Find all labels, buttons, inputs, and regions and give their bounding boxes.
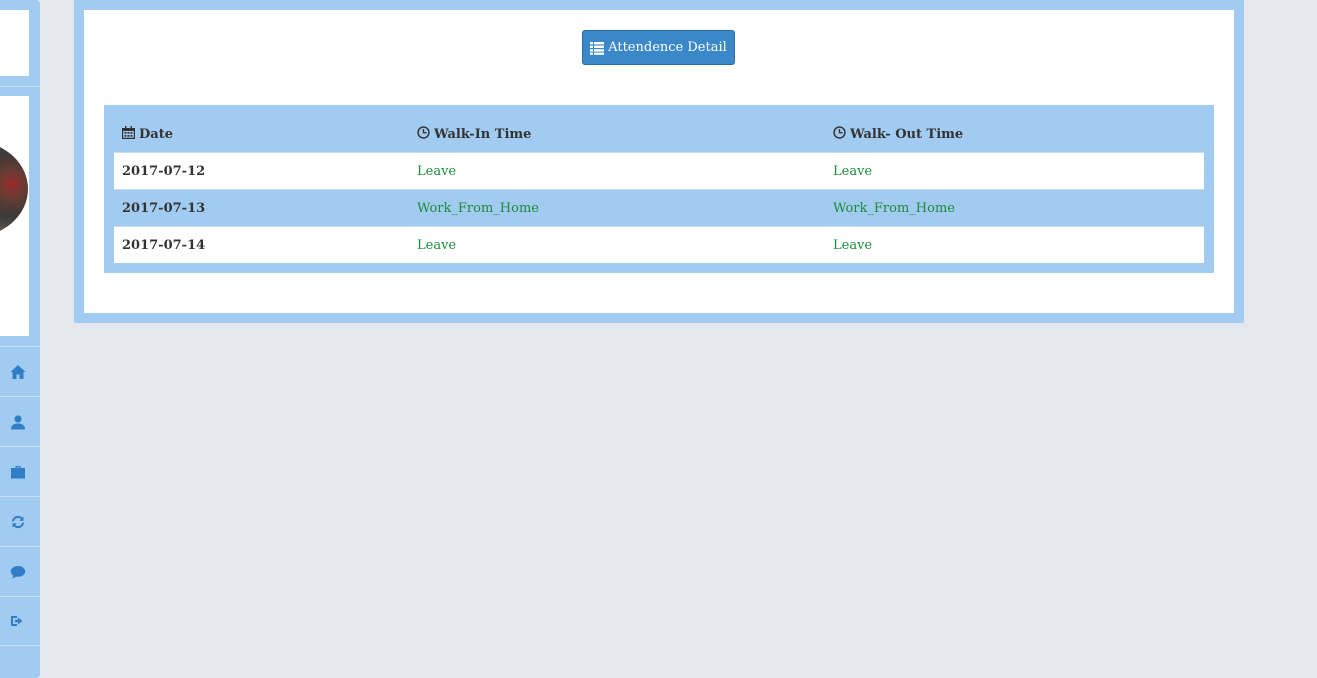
date-cell: 2017-07-12 bbox=[114, 152, 409, 190]
avatar[interactable] bbox=[0, 141, 28, 237]
walk-out-cell: Work_From_Home bbox=[825, 189, 1204, 227]
header-walk-out: Walk- Out Time bbox=[825, 115, 1204, 153]
sidebar-divider bbox=[0, 86, 40, 87]
walk-in-cell: Leave bbox=[409, 226, 825, 263]
profile-card bbox=[0, 96, 29, 336]
sign-out-icon bbox=[11, 616, 23, 626]
header-walk-in-label: Walk-In Time bbox=[434, 126, 532, 142]
table-row: 2017-07-12 Leave Leave bbox=[114, 152, 1204, 190]
sidebar-item-messages[interactable] bbox=[0, 546, 40, 596]
walk-in-cell: Leave bbox=[409, 152, 825, 190]
header-date: Date bbox=[114, 115, 409, 153]
user-icon bbox=[11, 414, 25, 429]
attendance-detail-button[interactable]: Attendence Detail bbox=[582, 30, 735, 65]
table-row: 2017-07-14 Leave Leave bbox=[114, 226, 1204, 263]
list-icon bbox=[590, 41, 605, 55]
sidebar-item-work[interactable] bbox=[0, 446, 40, 496]
walk-in-cell: Work_From_Home bbox=[409, 189, 825, 227]
refresh-icon bbox=[11, 515, 25, 528]
table-header-row: Date Walk-In Time Walk- Out Time bbox=[114, 115, 1204, 153]
date-cell: 2017-07-13 bbox=[114, 189, 409, 227]
sidebar-item-logout[interactable] bbox=[0, 596, 40, 646]
table-row: 2017-07-13 Work_From_Home Work_From_Home bbox=[114, 189, 1204, 227]
header-date-label: Date bbox=[139, 126, 173, 142]
attendance-detail-label: Attendence Detail bbox=[608, 40, 727, 55]
home-icon bbox=[10, 364, 26, 379]
comment-icon bbox=[10, 565, 26, 579]
sidebar-item-refresh[interactable] bbox=[0, 496, 40, 546]
attendance-table-frame: Date Walk-In Time Walk- Out Time 2017-07… bbox=[104, 105, 1214, 273]
header-walk-in: Walk-In Time bbox=[409, 115, 825, 153]
briefcase-icon bbox=[11, 465, 25, 478]
sidebar-item-profile[interactable] bbox=[0, 396, 40, 446]
sidebar-header-box bbox=[0, 10, 29, 76]
calendar-icon bbox=[122, 125, 135, 139]
sidebar-item-home[interactable] bbox=[0, 346, 40, 396]
attendance-card: Attendence Detail Date Walk-In Time Walk… bbox=[84, 10, 1234, 313]
attendance-table: Date Walk-In Time Walk- Out Time 2017-07… bbox=[114, 115, 1204, 263]
sidebar bbox=[0, 0, 40, 678]
walk-out-cell: Leave bbox=[825, 226, 1204, 263]
clock-icon bbox=[417, 125, 430, 139]
walk-out-cell: Leave bbox=[825, 152, 1204, 190]
sidebar-nav bbox=[0, 346, 40, 646]
header-walk-out-label: Walk- Out Time bbox=[850, 126, 964, 142]
date-cell: 2017-07-14 bbox=[114, 226, 409, 263]
clock-icon bbox=[833, 125, 846, 139]
attendance-panel: Attendence Detail Date Walk-In Time Walk… bbox=[74, 0, 1244, 323]
